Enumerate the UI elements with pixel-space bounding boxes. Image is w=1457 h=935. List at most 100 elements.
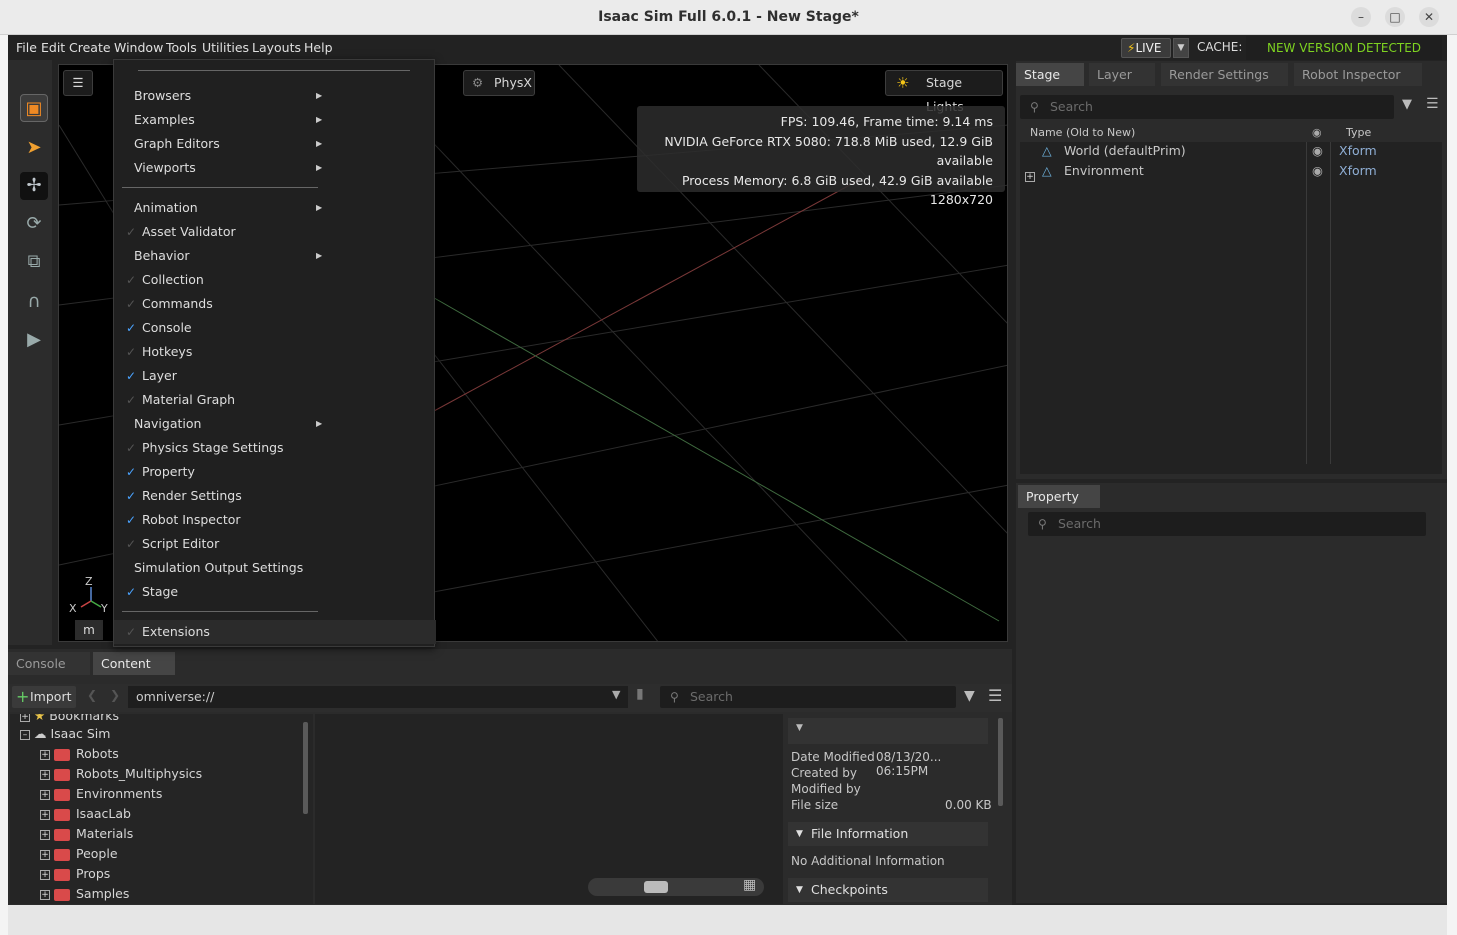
menu-item-physics-stage-settings[interactable]: ✓ Physics Stage Settings: [114, 436, 436, 460]
menu-item-graph-editors[interactable]: Graph Editors ▶: [114, 132, 436, 156]
stage-row-world[interactable]: △ World (defaultPrim) ◉ Xform: [1020, 141, 1442, 161]
tree-item-isaac-sim[interactable]: – ☁ Isaac Sim: [20, 724, 110, 744]
eye-icon[interactable]: ◉: [1312, 141, 1323, 161]
menu-file[interactable]: File: [16, 40, 37, 55]
play-icon[interactable]: ▶: [20, 326, 48, 354]
eye-icon[interactable]: ◉: [1312, 161, 1323, 181]
tab-content[interactable]: Content: [93, 652, 175, 675]
tab-render-settings[interactable]: Render Settings: [1161, 63, 1288, 86]
tree-item-folder[interactable]: + IsaacLab: [40, 804, 131, 824]
menu-item-asset-validator[interactable]: ✓ Asset Validator: [114, 220, 436, 244]
filter-icon[interactable]: ▼: [1402, 97, 1412, 112]
menu-item-script-editor[interactable]: ✓ Script Editor: [114, 532, 436, 556]
grid-view-icon[interactable]: ▦: [743, 877, 756, 893]
menu-window[interactable]: Window: [114, 40, 163, 55]
viewport-stats: FPS: 109.46, Frame time: 9.14 ms NVIDIA …: [637, 106, 1005, 207]
checkpoints-section[interactable]: ▼ Checkpoints: [788, 878, 988, 902]
live-dropdown-button[interactable]: ▼: [1173, 38, 1189, 58]
scale-icon[interactable]: ⧉: [20, 248, 48, 276]
tab-layer[interactable]: Layer: [1089, 63, 1155, 86]
viewport-settings-icon[interactable]: ☰: [63, 70, 93, 96]
physx-button[interactable]: ⚙ PhysX: [463, 70, 535, 96]
tab-stage[interactable]: Stage: [1016, 63, 1084, 86]
import-button[interactable]: + Import: [12, 686, 76, 708]
options-menu-icon[interactable]: ☰: [1426, 96, 1439, 112]
menu-item-viewports[interactable]: Viewports ▶: [114, 156, 436, 180]
info-scrollbar[interactable]: [998, 718, 1003, 806]
menu-item-behavior[interactable]: Behavior ▶: [114, 244, 436, 268]
column-type[interactable]: Type: [1346, 124, 1371, 142]
minimize-button[interactable]: –: [1351, 7, 1371, 27]
select-arrow-icon[interactable]: ➤: [20, 134, 48, 162]
checkpoints-label: Checkpoints: [811, 882, 888, 897]
rotate-icon[interactable]: ⟳: [20, 210, 48, 238]
checkmark-icon: ✓: [126, 273, 137, 287]
options-menu-icon[interactable]: ☰: [988, 686, 1002, 705]
stage-search-input[interactable]: ⚲ Search: [1020, 95, 1394, 119]
menu-item-label: Console: [142, 320, 192, 335]
file-information-section[interactable]: ▼ File Information: [788, 822, 988, 846]
menu-tools[interactable]: Tools: [166, 40, 197, 55]
menu-item-stage[interactable]: ✓ Stage: [114, 580, 436, 604]
close-window-button[interactable]: ✕: [1419, 7, 1439, 27]
move-icon[interactable]: ✢: [20, 172, 48, 200]
info-header-collapse[interactable]: ▼: [788, 718, 988, 744]
menu-item-extensions[interactable]: ✓ Extensions: [114, 620, 436, 644]
forward-arrow-icon[interactable]: ❯: [110, 688, 120, 702]
menu-utilities[interactable]: Utilities: [202, 40, 249, 55]
menu-item-examples[interactable]: Examples ▶: [114, 108, 436, 132]
tree-item-folder[interactable]: + Props: [40, 864, 110, 884]
path-dropdown-icon[interactable]: ▼: [612, 688, 620, 701]
physx-gear-icon: ⚙: [472, 75, 484, 90]
tree-scrollbar[interactable]: [303, 722, 308, 814]
tree-item-folder[interactable]: + Environments: [40, 784, 162, 804]
menu-item-browsers[interactable]: Browsers ▶: [114, 84, 436, 108]
menu-item-property[interactable]: ✓ Property: [114, 460, 436, 484]
menu-help[interactable]: Help: [304, 40, 333, 55]
menu-item-hotkeys[interactable]: ✓ Hotkeys: [114, 340, 436, 364]
tab-property[interactable]: Property: [1018, 485, 1100, 508]
menu-item-material-graph[interactable]: ✓ Material Graph: [114, 388, 436, 412]
tree-item-folder[interactable]: + Robots: [40, 744, 119, 764]
locked-folder-icon: [54, 888, 70, 901]
menu-item-layer[interactable]: ✓ Layer: [114, 364, 436, 388]
menu-item-console[interactable]: ✓ Console: [114, 316, 436, 340]
tab-console[interactable]: Console: [8, 652, 90, 675]
column-visibility-eye-icon[interactable]: ◉: [1312, 124, 1322, 142]
menu-item-navigation[interactable]: Navigation ▶: [114, 412, 436, 436]
maximize-button[interactable]: □: [1385, 7, 1405, 27]
stage-row-environment[interactable]: + △ Environment ◉ Xform: [1020, 161, 1442, 182]
menu-item-commands[interactable]: ✓ Commands: [114, 292, 436, 316]
menu-item-label: Stage: [142, 584, 179, 599]
menu-item-collection[interactable]: ✓ Collection: [114, 268, 436, 292]
submenu-arrow-icon: ▶: [316, 115, 323, 124]
tree-item-folder[interactable]: + People: [40, 844, 118, 864]
menu-layouts[interactable]: Layouts: [252, 40, 301, 55]
menu-item-simulation-output-settings[interactable]: Simulation Output Settings: [114, 556, 436, 580]
menu-create[interactable]: Create: [69, 40, 111, 55]
filter-icon[interactable]: ▼: [964, 688, 975, 704]
thumbnail-size-slider[interactable]: [588, 878, 764, 896]
menu-item-label: Behavior: [134, 248, 190, 263]
tree-item-folder[interactable]: + Samples: [40, 884, 129, 904]
snap-magnet-icon[interactable]: ∩: [20, 288, 48, 316]
bookmark-icon[interactable]: ▮: [636, 686, 644, 702]
menu-edit[interactable]: Edit: [41, 40, 65, 55]
live-button[interactable]: ⚡LIVE: [1121, 38, 1171, 58]
stage-lights-button[interactable]: ☀Stage Lights: [885, 70, 1003, 114]
content-search-input[interactable]: ⚲ Search: [660, 686, 956, 708]
select-mode-icon[interactable]: ▣: [20, 94, 48, 122]
column-name[interactable]: Name (Old to New): [1030, 124, 1135, 142]
expand-icon[interactable]: +: [1025, 166, 1039, 186]
path-input[interactable]: omniverse://: [128, 686, 628, 708]
back-arrow-icon[interactable]: ❮: [87, 688, 97, 702]
new-version-notice[interactable]: NEW VERSION DETECTED: [1246, 36, 1442, 60]
menu-item-robot-inspector[interactable]: ✓ Robot Inspector: [114, 508, 436, 532]
slider-handle[interactable]: [644, 881, 668, 893]
tree-item-folder[interactable]: + Materials: [40, 824, 133, 844]
property-search-input[interactable]: ⚲ Search: [1028, 512, 1426, 536]
menu-item-animation[interactable]: Animation ▶: [114, 196, 436, 220]
tree-item-folder[interactable]: + Robots_Multiphysics: [40, 764, 202, 784]
tab-robot-inspector[interactable]: Robot Inspector: [1294, 63, 1422, 86]
menu-item-render-settings[interactable]: ✓ Render Settings: [114, 484, 436, 508]
